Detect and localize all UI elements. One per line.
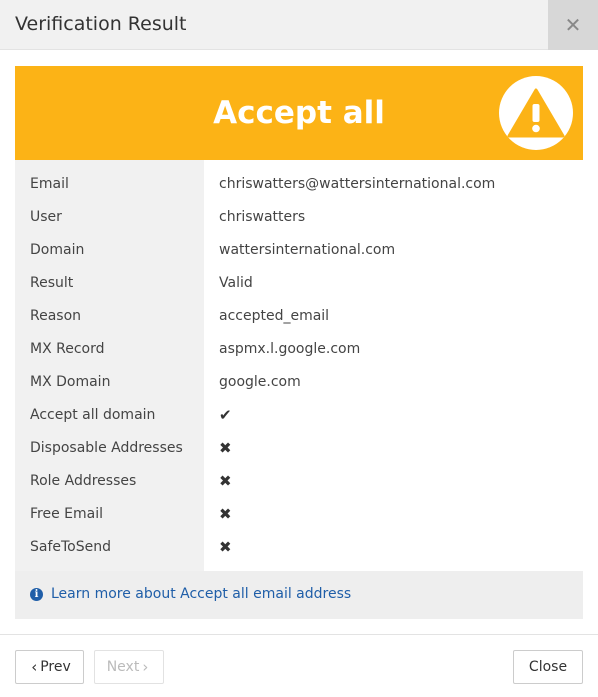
info-bar: i Learn more about Accept all email addr… bbox=[15, 571, 583, 619]
detail-row-reason: Reason accepted_email bbox=[15, 300, 583, 333]
prev-button[interactable]: ‹ Prev bbox=[15, 650, 84, 684]
detail-row-user: User chriswatters bbox=[15, 201, 583, 234]
detail-label: Domain bbox=[30, 242, 85, 258]
prev-label: Prev bbox=[40, 659, 71, 675]
detail-row-role-addresses: Role Addresses ✖ bbox=[15, 465, 583, 498]
detail-value: Valid bbox=[219, 275, 253, 291]
check-icon: ✔ bbox=[219, 406, 232, 424]
close-icon[interactable]: ✕ bbox=[548, 0, 598, 50]
detail-value: chriswatters@wattersinternational.com bbox=[219, 176, 496, 192]
info-icon: i bbox=[30, 588, 43, 601]
detail-label: MX Record bbox=[30, 341, 105, 357]
next-label: Next bbox=[106, 659, 140, 675]
dialog-title: Verification Result bbox=[15, 13, 187, 35]
details-table: Email chriswatters@wattersinternational.… bbox=[15, 160, 583, 571]
detail-row-disposable-addresses: Disposable Addresses ✖ bbox=[15, 432, 583, 465]
detail-row-email: Email chriswatters@wattersinternational.… bbox=[15, 168, 583, 201]
detail-label: Disposable Addresses bbox=[30, 440, 183, 456]
verification-dialog: Verification Result ✕ Accept all Email c… bbox=[0, 0, 598, 697]
close-label: Close bbox=[528, 659, 568, 675]
detail-value: aspmx.l.google.com bbox=[219, 341, 361, 357]
cross-icon: ✖ bbox=[219, 505, 232, 523]
detail-row-free-email: Free Email ✖ bbox=[15, 498, 583, 531]
result-banner: Accept all bbox=[15, 66, 583, 160]
detail-label: Email bbox=[30, 176, 69, 192]
detail-label: Reason bbox=[30, 308, 82, 324]
detail-label: MX Domain bbox=[30, 374, 111, 390]
detail-row-mx-record: MX Record aspmx.l.google.com bbox=[15, 333, 583, 366]
close-button[interactable]: Close bbox=[513, 650, 583, 684]
detail-row-result: Result Valid bbox=[15, 267, 583, 300]
chevron-right-icon: › bbox=[142, 658, 149, 676]
detail-value: wattersinternational.com bbox=[219, 242, 396, 258]
detail-label: Role Addresses bbox=[30, 473, 137, 489]
detail-row-domain: Domain wattersinternational.com bbox=[15, 234, 583, 267]
learn-more-link[interactable]: Learn more about Accept all email addres… bbox=[51, 586, 351, 602]
warning-icon bbox=[499, 76, 573, 150]
banner-title: Accept all bbox=[213, 95, 385, 131]
detail-label: Free Email bbox=[30, 506, 104, 522]
footer-divider bbox=[0, 634, 598, 635]
next-button[interactable]: Next › bbox=[94, 650, 164, 684]
detail-row-safetosend: SafeToSend ✖ bbox=[15, 531, 583, 564]
dialog-header: Verification Result ✕ bbox=[0, 0, 598, 50]
detail-value: accepted_email bbox=[219, 308, 330, 324]
cross-icon: ✖ bbox=[219, 538, 232, 556]
detail-label: SafeToSend bbox=[30, 539, 112, 555]
detail-label: Accept all domain bbox=[30, 407, 156, 423]
detail-row-mx-domain: MX Domain google.com bbox=[15, 366, 583, 399]
detail-value: google.com bbox=[219, 374, 301, 390]
detail-value: chriswatters bbox=[219, 209, 306, 225]
detail-label: Result bbox=[30, 275, 74, 291]
cross-icon: ✖ bbox=[219, 439, 232, 457]
detail-label: User bbox=[30, 209, 62, 225]
detail-row-accept-all-domain: Accept all domain ✔ bbox=[15, 399, 583, 432]
chevron-left-icon: ‹ bbox=[31, 658, 38, 676]
cross-icon: ✖ bbox=[219, 472, 232, 490]
